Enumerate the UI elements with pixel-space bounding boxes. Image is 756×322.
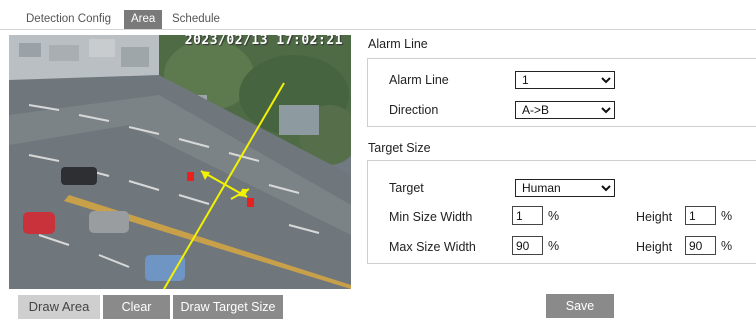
tab-divider [0,29,756,30]
max-height-label: Height [636,240,673,254]
save-button[interactable]: Save [546,294,614,318]
clear-button[interactable]: Clear [103,295,170,319]
car-red [23,212,55,234]
direction-label: Direction [389,103,439,117]
draw-area-button[interactable]: Draw Area [18,295,100,319]
max-width-unit: % [548,239,560,253]
min-width-unit: % [548,209,560,223]
car-grey [89,211,129,233]
target-label: Target [389,181,424,195]
max-size-height-input[interactable] [685,236,716,255]
draw-target-size-button[interactable]: Draw Target Size [173,295,283,319]
max-size-width-input[interactable] [512,236,543,255]
max-height-unit: % [721,239,733,253]
camera-scene [9,35,351,289]
direction-select[interactable]: A->B [515,101,615,119]
car-black [61,167,97,185]
alarm-line-label: Alarm Line [389,73,449,87]
target-size-section-title: Target Size [368,141,431,155]
alarm-line-section-title: Alarm Line [368,37,428,51]
min-height-unit: % [721,209,733,223]
min-size-width-input[interactable] [512,206,543,225]
tab-detection-config[interactable]: Detection Config [20,10,117,29]
car-blue [145,255,185,281]
alarm-line-select[interactable]: 1 [515,71,615,89]
marker-b [247,198,254,207]
video-timestamp: 2023/02/13 17:02:21 [184,35,343,48]
tab-area[interactable]: Area [124,10,163,29]
tab-schedule[interactable]: Schedule [166,10,226,29]
marker-a [187,172,194,181]
min-size-width-label: Min Size Width [389,210,473,224]
max-size-width-label: Max Size Width [389,240,476,254]
target-select[interactable]: Human [515,179,615,197]
min-size-height-input[interactable] [685,206,716,225]
tab-bar: Detection Config Area Schedule [0,0,756,30]
min-height-label: Height [636,210,673,224]
video-preview[interactable]: 2023/02/13 17:02:21 [9,35,351,289]
